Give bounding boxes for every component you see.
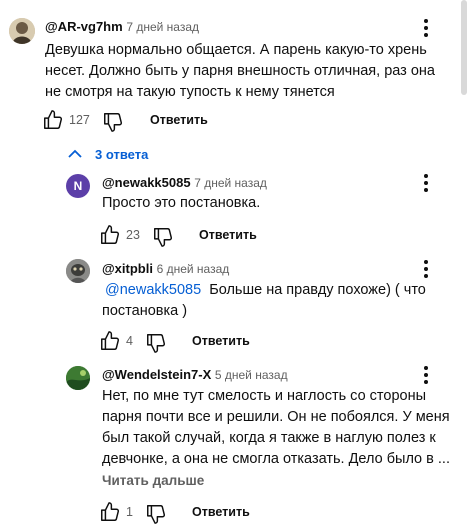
read-more-link[interactable]: Читать дальше [102, 473, 204, 488]
reply-header: @newakk5085 7 дней назад [102, 175, 267, 190]
reply-item: N @newakk5085 7 дней назад Просто это по… [0, 165, 467, 250]
reply-button[interactable]: Ответить [192, 334, 250, 348]
timestamp[interactable]: 5 дней назад [215, 368, 288, 382]
reply-button[interactable]: Ответить [192, 505, 250, 519]
timestamp[interactable]: 7 дней назад [194, 176, 267, 190]
more-vert-icon[interactable] [417, 172, 435, 194]
comment-text: Девушка нормально общается. А парень как… [45, 42, 435, 100]
like-icon[interactable] [99, 224, 123, 248]
like-count: 4 [126, 334, 133, 348]
like-count: 23 [126, 228, 140, 242]
avatar[interactable] [66, 259, 90, 283]
comment-actions: 127 Ответить [42, 109, 242, 133]
reply-button[interactable]: Ответить [150, 113, 208, 127]
reply-text: @newakk5085 Больше на правду похоже) ( ч… [102, 282, 426, 319]
mention-link[interactable]: @newakk5085 [102, 282, 201, 298]
like-count: 127 [69, 113, 90, 127]
comment-header: @AR-vg7hm 7 дней назад [45, 19, 199, 34]
author-name[interactable]: @newakk5085 [102, 175, 191, 190]
avatar[interactable] [66, 366, 90, 390]
reply-header: @Wendelstein7-X 5 дней назад [102, 367, 288, 382]
timestamp[interactable]: 6 дней назад [157, 262, 230, 276]
author-name[interactable]: @xitpbli [102, 261, 153, 276]
like-icon[interactable] [42, 109, 66, 133]
reply-text: Просто это постановка. [102, 195, 261, 211]
reply-item: @xitpbli 6 дней назад @newakk5085 Больше… [0, 250, 467, 360]
comment-thread: @AR-vg7hm 7 дней назад Девушка нормально… [0, 0, 467, 140]
avatar-letter: N [73, 179, 83, 193]
author-name[interactable]: @AR-vg7hm [45, 19, 123, 34]
dislike-icon[interactable] [152, 224, 176, 248]
reply-text: Нет, по мне тут смелость и наглость со с… [102, 388, 450, 467]
like-count: 1 [126, 505, 133, 519]
like-icon[interactable] [99, 501, 123, 525]
reply-actions: 1 Ответить [99, 501, 299, 525]
replies-toggle-label: 3 ответа [95, 147, 149, 162]
dislike-icon[interactable] [102, 109, 126, 133]
more-vert-icon[interactable] [417, 17, 435, 39]
more-vert-icon[interactable] [417, 364, 435, 386]
author-name[interactable]: @Wendelstein7-X [102, 367, 211, 382]
reply-text-line: Больше на правду похоже) ( что [201, 282, 426, 298]
avatar[interactable] [9, 18, 35, 44]
like-icon[interactable] [99, 330, 123, 354]
reply-item: @Wendelstein7-X 5 дней назад Нет, по мне… [0, 360, 467, 531]
reply-actions: 23 Ответить [99, 224, 299, 248]
more-vert-icon[interactable] [417, 258, 435, 280]
reply-button[interactable]: Ответить [199, 228, 257, 242]
dislike-icon[interactable] [145, 501, 169, 525]
reply-actions: 4 Ответить [99, 330, 299, 354]
chevron-up-icon [68, 149, 82, 158]
dislike-icon[interactable] [145, 330, 169, 354]
timestamp[interactable]: 7 дней назад [126, 20, 199, 34]
avatar[interactable]: N [66, 174, 90, 198]
reply-header: @xitpbli 6 дней назад [102, 261, 229, 276]
